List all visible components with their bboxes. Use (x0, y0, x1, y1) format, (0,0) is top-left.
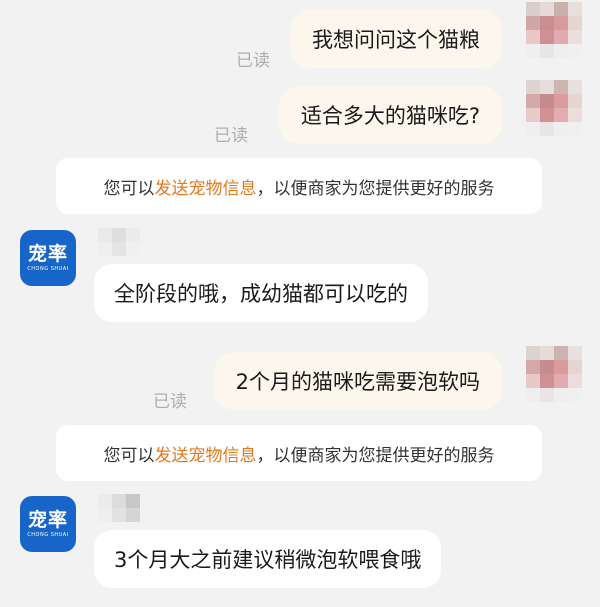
user-avatar[interactable] (526, 2, 582, 58)
notice-suffix: ，以便商家为您提供更好的服务 (256, 178, 495, 199)
message-text: 我想问问这个猫粮 (312, 28, 480, 52)
message-bubble-incoming[interactable]: 3个月大之前建议稍微泡软喂食哦 (94, 530, 442, 588)
shop-avatar[interactable]: 宠率 CHONG SHUAI (20, 496, 76, 552)
shop-logo-subtext: CHONG SHUAI (27, 532, 69, 538)
message-bubble-incoming[interactable]: 全阶段的哦，成幼猫都可以吃的 (94, 264, 428, 322)
message-bubble-outgoing[interactable]: 适合多大的猫咪吃? (278, 86, 502, 144)
shop-logo-text: 宠率 (27, 509, 68, 531)
read-receipt: 已读 (236, 51, 270, 71)
message-text: 2个月的猫咪吃需要泡软吗 (235, 370, 480, 394)
notice-suffix: ，以便商家为您提供更好的服务 (256, 445, 495, 466)
read-receipt: 已读 (214, 126, 248, 146)
shop-avatar[interactable]: 宠率 CHONG SHUAI (20, 230, 76, 286)
send-pet-info-link[interactable]: 发送宠物信息 (155, 174, 257, 199)
read-receipt: 已读 (153, 392, 187, 412)
notice-prefix: 您可以 (103, 178, 155, 199)
user-avatar[interactable] (526, 346, 582, 402)
message-text: 全阶段的哦，成幼猫都可以吃的 (114, 282, 408, 306)
shop-name-redacted (98, 228, 140, 256)
message-text: 适合多大的猫咪吃? (300, 104, 480, 128)
notice-prefix: 您可以 (103, 445, 155, 466)
system-notice: 您可以 发送宠物信息 ，以便商家为您提供更好的服务 (56, 425, 542, 481)
shop-logo-subtext: CHONG SHUAI (27, 266, 69, 272)
system-notice: 您可以 发送宠物信息 ，以便商家为您提供更好的服务 (56, 158, 542, 214)
message-bubble-outgoing[interactable]: 2个月的猫咪吃需要泡软吗 (213, 352, 502, 410)
chat-window: 我想问问这个猫粮 已读 适合多大的猫咪吃? 已读 您可以 发送宠物信息 ，以便商… (0, 0, 600, 607)
message-text: 3个月大之前建议稍微泡软喂食哦 (114, 548, 422, 572)
message-bubble-outgoing[interactable]: 我想问问这个猫粮 (290, 10, 502, 68)
user-avatar[interactable] (526, 80, 582, 136)
shop-name-redacted (98, 494, 140, 522)
shop-logo-text: 宠率 (27, 243, 68, 265)
send-pet-info-link[interactable]: 发送宠物信息 (155, 441, 257, 466)
